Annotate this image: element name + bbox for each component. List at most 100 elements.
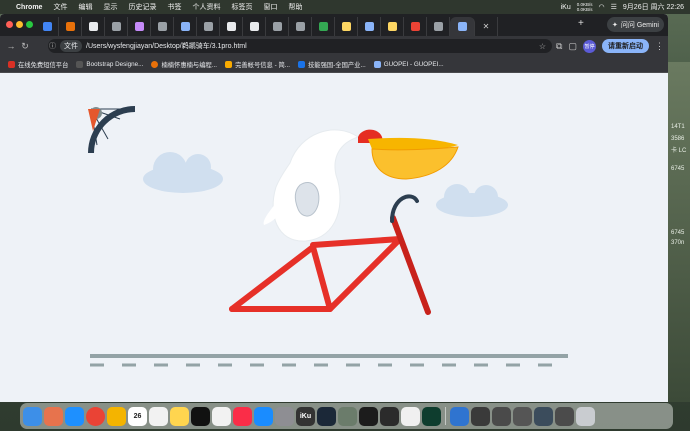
menu-edit[interactable]: 编辑 [78,2,92,12]
bookmark-item-1[interactable]: 在线免费短信平台 [8,60,68,69]
screenshot-icon[interactable] [471,406,490,426]
tab-13[interactable] [312,17,335,36]
tab-18[interactable] [427,17,450,36]
rear-wheel [88,106,136,154]
preview-icon[interactable] [338,406,357,426]
bookmark-label: 楠楠怀惠楠与编程... [161,61,218,69]
freeform-icon[interactable] [212,406,231,426]
tab-17[interactable] [404,17,427,36]
background-text-2: 3586 [671,136,685,142]
extensions-icon[interactable]: ⧉ [556,41,562,52]
tab-15[interactable] [358,17,381,36]
tab-6[interactable] [151,17,174,36]
window-thumb-icon-4[interactable] [555,406,574,426]
menu-tabs[interactable]: 标签页 [231,2,252,12]
tab-favicon [42,22,52,31]
menu-bookmarks[interactable]: 书签 [167,2,181,12]
road [90,354,568,367]
window-thumb-icon-2[interactable] [513,406,532,426]
toolbar-right: ⧉ ▢ 暂停 请重新启动 ⋮ [556,39,664,53]
tab-16[interactable] [381,17,404,36]
address-bar[interactable]: ⓘ 文件 /Users/wysfengjiayan/Desktop/鹈鹕骑车/3… [48,39,552,53]
control-center-icon[interactable]: ☰ [611,3,617,11]
tab-active[interactable] [450,17,475,36]
info-icon[interactable]: ⓘ [48,41,57,51]
bookmark-item-4[interactable]: 完善帐号信息 - 简... [225,60,290,69]
chrome-icon[interactable] [86,406,105,426]
bookmark-item-3[interactable]: 楠楠怀惠楠与编程... [151,60,217,69]
iku-status-label[interactable]: iKu [561,4,571,11]
background-text-5: 6745 [671,230,685,236]
calendar-icon[interactable]: 26 [128,406,147,426]
tab-favicon [364,22,374,31]
minimize-window-button[interactable] [16,21,23,28]
menu-bar-status-area: iKu 0.0KB/s 0.0KB/s ◠ ☰ 9月26日 周六 22:26 [561,0,684,14]
bookmark-label: 完善帐号信息 - 简... [235,61,290,69]
github-icon [226,22,236,31]
bookmark-item-6[interactable]: GUOPEI - GUOPEI... [373,60,444,68]
wifi-icon[interactable]: ◠ [599,3,605,11]
window-thumb-icon[interactable] [492,406,511,426]
relaunch-update-button[interactable]: 请重新启动 [602,39,649,53]
url-text[interactable]: /Users/wysfengjiayan/Desktop/鹈鹕骑车/3.1pro… [86,41,247,51]
textedit-icon[interactable] [401,406,420,426]
clock[interactable]: 9月26日 周六 22:26 [623,2,684,12]
steam-icon[interactable] [317,406,336,426]
profile-avatar[interactable]: 暂停 [583,39,596,53]
menu-history[interactable]: 历史记录 [128,2,156,12]
sidepanel-icon[interactable]: ▢ [568,41,577,52]
terminal-icon[interactable] [359,406,378,426]
finder-icon[interactable] [23,406,42,426]
mac-dock: 26 iKu [20,403,673,429]
bookmark-item-5[interactable]: 技能强国-全国产业... [298,60,366,69]
tab-8[interactable] [197,17,220,36]
ask-gemini-button[interactable]: ✦ 问问 Gemini [607,17,664,32]
menu-app-name[interactable]: Chrome [16,4,42,11]
downloads-icon[interactable] [450,406,469,426]
tv-icon[interactable] [191,406,210,426]
tab-close-button[interactable]: ✕ [475,17,498,36]
reload-icon[interactable]: ↻ [18,41,32,52]
tab-10[interactable] [243,17,266,36]
bookmark-label: 在线免费短信平台 [18,61,69,69]
zoom-window-button[interactable] [26,21,33,28]
star-icon[interactable]: ☆ [539,42,546,51]
menu-help[interactable]: 帮助 [288,2,302,12]
tab-12[interactable] [289,17,312,36]
notes-icon[interactable] [170,406,189,426]
tab-9[interactable] [220,17,243,36]
launchpad-icon[interactable] [44,406,63,426]
tab-14[interactable] [335,17,358,36]
menu-window[interactable]: 窗口 [263,2,277,12]
back-arrow-icon[interactable]: → [4,41,18,51]
menu-file[interactable]: 文件 [53,2,67,12]
new-tab-button[interactable]: + [578,18,584,29]
menu-view[interactable]: 显示 [103,2,117,12]
trash-icon[interactable] [576,406,595,426]
music-icon[interactable] [233,406,252,426]
app-store-icon[interactable] [254,406,273,426]
bookmark-item-2[interactable]: Bootstrap Designe... [76,60,143,68]
monitor-icon[interactable] [422,406,441,426]
tab-1[interactable] [36,17,59,36]
tab-4[interactable] [105,17,128,36]
more-menu-icon[interactable]: ⋮ [655,41,664,52]
window-thumb-icon-3[interactable] [534,406,553,426]
menu-profiles[interactable]: 个人资料 [192,2,220,12]
tab-favicon [65,22,75,31]
tab-3[interactable] [82,17,105,36]
photos-icon[interactable] [107,406,126,426]
save-icon[interactable] [380,406,399,426]
reminders-icon[interactable] [149,406,168,426]
tab-11[interactable] [266,17,289,36]
tab-favicon [295,22,305,31]
network-speed: 0.0KB/s 0.0KB/s [577,2,593,12]
close-window-button[interactable] [6,21,13,28]
safari-icon[interactable] [65,406,84,426]
tab-2[interactable] [59,17,82,36]
tab-7[interactable] [174,17,197,36]
iku-icon[interactable]: iKu [296,406,315,426]
system-settings-icon[interactable] [275,406,294,426]
tab-5[interactable] [128,17,151,36]
bookmark-favicon [151,60,159,68]
